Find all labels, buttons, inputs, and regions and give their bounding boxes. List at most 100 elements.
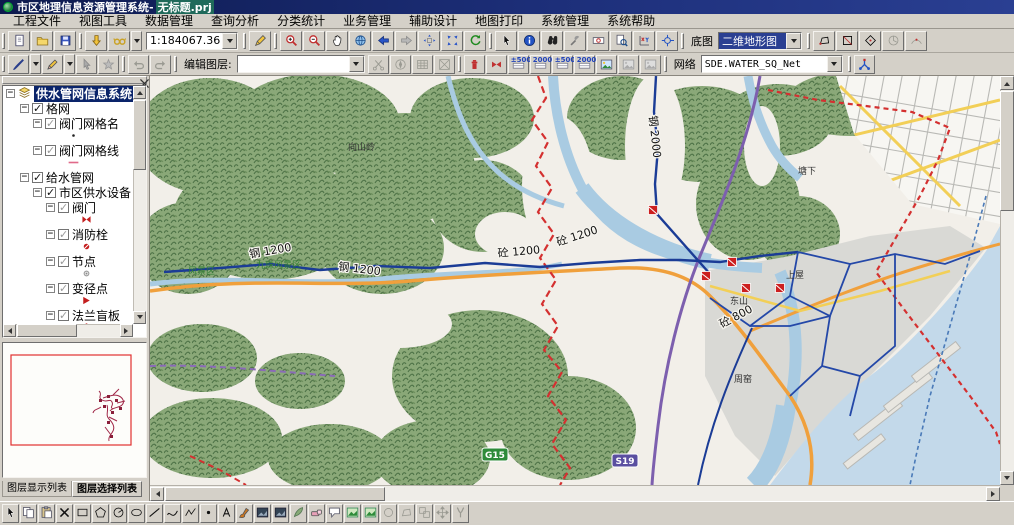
picture-green-button[interactable] [344, 504, 361, 523]
overview-window-button[interactable] [610, 31, 632, 51]
expand-minus-icon[interactable] [20, 104, 29, 113]
toolbar-grip[interactable] [79, 33, 82, 49]
split-line-button[interactable] [368, 55, 389, 74]
draw-line-button[interactable] [146, 504, 163, 523]
import-data-button[interactable] [85, 31, 107, 51]
map-canvas[interactable]: G15 S19 钢 1200 钢 1200 砼 1200 砼 1200 钢 20… [150, 76, 1000, 485]
toolbar-grip[interactable] [174, 56, 177, 72]
tab-layer-display-list[interactable]: 图层显示列表 [2, 481, 72, 497]
layer-checkbox[interactable] [58, 310, 69, 321]
circle-select-button[interactable] [380, 504, 397, 523]
layer-checkbox[interactable] [58, 256, 69, 267]
tree-root-row[interactable]: 供水管网信息系统 [3, 86, 133, 101]
draw-brush-button[interactable] [236, 504, 253, 523]
layer-checkbox[interactable] [58, 202, 69, 213]
draw-paste-button[interactable] [38, 504, 55, 523]
annotate-polygon-button[interactable] [813, 31, 835, 51]
draw-circle-button[interactable] [110, 504, 127, 523]
scroll-left-button[interactable] [150, 487, 164, 501]
draw-copy-button[interactable] [20, 504, 37, 523]
scroll-down-button[interactable] [1000, 471, 1014, 485]
basemap-combo-dropdown[interactable] [786, 33, 801, 49]
layer-checkbox[interactable] [58, 229, 69, 240]
tree-item-grid[interactable]: 格网 [3, 101, 133, 116]
scale-combo[interactable]: 1:184067.36 [146, 32, 238, 50]
basemap-combo[interactable]: 二维地形图 [718, 32, 802, 50]
annotate-diamond-button[interactable] [859, 31, 881, 51]
menu-item-project[interactable]: 工程文件 [4, 14, 70, 29]
expand-minus-icon[interactable] [33, 119, 42, 128]
toolbar-grip[interactable] [243, 33, 246, 49]
xy-locate-button[interactable] [633, 31, 655, 51]
network-analysis-button[interactable] [854, 55, 875, 74]
menu-item-system[interactable]: 系统管理 [532, 14, 598, 29]
toolbar-grip[interactable] [2, 33, 5, 49]
browse-data-dropdown[interactable] [131, 31, 142, 51]
menu-item-business[interactable]: 业务管理 [334, 14, 400, 29]
scroll-down-button[interactable] [133, 311, 146, 324]
zoom-to-extent-button[interactable] [418, 31, 440, 51]
titlebar[interactable]: 市区地理信息资源管理系统 - 无标题.prj [0, 0, 1014, 14]
expand-minus-icon[interactable] [33, 188, 42, 197]
draw-polyline-button[interactable] [182, 504, 199, 523]
network-combo-dropdown[interactable] [827, 56, 842, 72]
menu-item-print[interactable]: 地图打印 [466, 14, 532, 29]
draw-ellipse-button[interactable] [128, 504, 145, 523]
eraser-button[interactable] [308, 504, 325, 523]
callout-button[interactable] [326, 504, 343, 523]
scroll-thumb[interactable] [165, 487, 385, 501]
measure-tool-button[interactable] [564, 31, 586, 51]
layer-checkbox[interactable] [45, 187, 56, 198]
open-project-button[interactable] [31, 31, 53, 51]
map-sheet-button[interactable] [434, 55, 455, 74]
annotate-rect-button[interactable] [836, 31, 858, 51]
annotate-clock-button[interactable] [882, 31, 904, 51]
redo-button[interactable] [150, 55, 171, 74]
toolbar-grip[interactable] [807, 33, 810, 49]
layer-checkbox[interactable] [58, 283, 69, 294]
scroll-left-button[interactable] [3, 324, 16, 337]
export-image-button[interactable] [618, 55, 639, 74]
find-button[interactable] [541, 31, 563, 51]
valve-tool-button[interactable] [486, 55, 507, 74]
new-project-button[interactable] [8, 31, 30, 51]
draw-select-button[interactable] [2, 504, 19, 523]
snapshot-button[interactable] [596, 55, 617, 74]
save-project-button[interactable] [54, 31, 76, 51]
edit-vertex-button[interactable] [42, 55, 63, 74]
panel-close-button[interactable] [138, 77, 145, 84]
scroll-right-button[interactable] [986, 487, 1000, 501]
buffer-500-button[interactable]: ±500 [508, 55, 529, 74]
tree-item-valve[interactable]: 阀门 [3, 200, 133, 215]
tree-item-blind-flange[interactable]: 法兰盲板 [3, 308, 133, 323]
panel-header[interactable] [2, 76, 147, 84]
tree-item-city-equipment[interactable]: 市区供水设备 [3, 185, 133, 200]
expand-minus-icon[interactable] [20, 173, 29, 182]
attribute-table-button[interactable] [412, 55, 433, 74]
zoom-out-button[interactable] [303, 31, 325, 51]
map-vertical-scrollbar[interactable] [1000, 76, 1014, 485]
browse-data-button[interactable] [108, 31, 130, 51]
menu-item-help[interactable]: 系统帮助 [598, 14, 664, 29]
toolbar-grip[interactable] [122, 56, 125, 72]
scroll-thumb[interactable] [1000, 91, 1014, 211]
pan-button[interactable] [326, 31, 348, 51]
buffer-500b-button[interactable]: ±500 [552, 55, 573, 74]
zoom-to-selection-button[interactable] [441, 31, 463, 51]
scroll-thumb[interactable] [133, 100, 146, 170]
select-feature-button[interactable] [76, 55, 97, 74]
annotate-curve-button[interactable] [905, 31, 927, 51]
measure-scale-button[interactable] [249, 31, 271, 51]
toolbar-grip[interactable] [664, 56, 667, 72]
direction-button[interactable] [390, 55, 411, 74]
tree-item-node[interactable]: 节点 [3, 254, 133, 269]
layer-checkbox[interactable] [32, 172, 43, 183]
layer-checkbox[interactable] [45, 118, 56, 129]
toolbar-grip[interactable] [489, 33, 492, 49]
expand-minus-icon[interactable] [6, 89, 15, 98]
label-tool-button[interactable] [587, 31, 609, 51]
tab-layer-select-list[interactable]: 图层选择列表 [72, 481, 142, 497]
tree-item-water-network[interactable]: 给水管网 [3, 170, 133, 185]
sketch-tool-button[interactable] [8, 55, 29, 74]
draw-text-button[interactable] [218, 504, 235, 523]
